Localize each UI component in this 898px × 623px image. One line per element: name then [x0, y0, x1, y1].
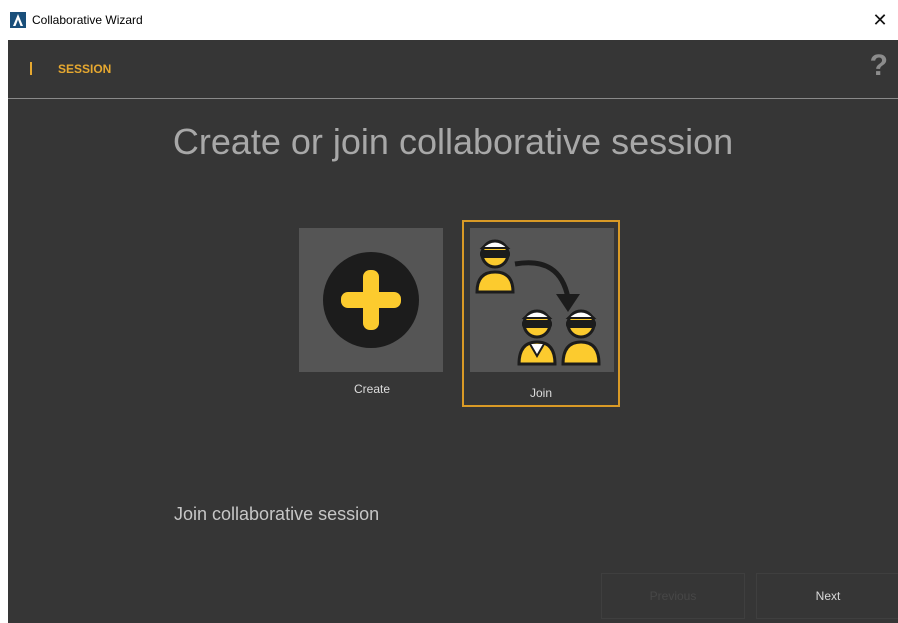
- wizard-panel: SESSION ? Create or join collaborative s…: [8, 40, 898, 623]
- page-title: Create or join collaborative session: [172, 121, 734, 162]
- users-vr-join-icon: [475, 239, 601, 366]
- create-option[interactable]: Create: [293, 220, 451, 403]
- create-label: Create: [353, 382, 391, 396]
- app-icon: [10, 12, 26, 28]
- option-description: Join collaborative session: [174, 504, 380, 524]
- plus-circle-icon: [323, 252, 419, 348]
- create-tile-image: [299, 228, 443, 372]
- close-icon: ✕: [872, 10, 888, 30]
- help-icon[interactable]: ?: [870, 48, 888, 84]
- section-separator: [30, 62, 32, 75]
- title-bar: Collaborative Wizard ✕: [0, 0, 898, 40]
- next-button[interactable]: Next: [756, 573, 898, 619]
- join-tile-image: [470, 228, 614, 372]
- join-option[interactable]: Join: [462, 220, 620, 407]
- section-label: SESSION: [58, 62, 112, 76]
- wizard-header: SESSION ?: [8, 40, 898, 99]
- close-button[interactable]: ✕: [862, 0, 898, 40]
- previous-button[interactable]: Previous: [601, 573, 745, 619]
- window-title: Collaborative Wizard: [32, 13, 143, 27]
- join-label: Join: [529, 386, 552, 400]
